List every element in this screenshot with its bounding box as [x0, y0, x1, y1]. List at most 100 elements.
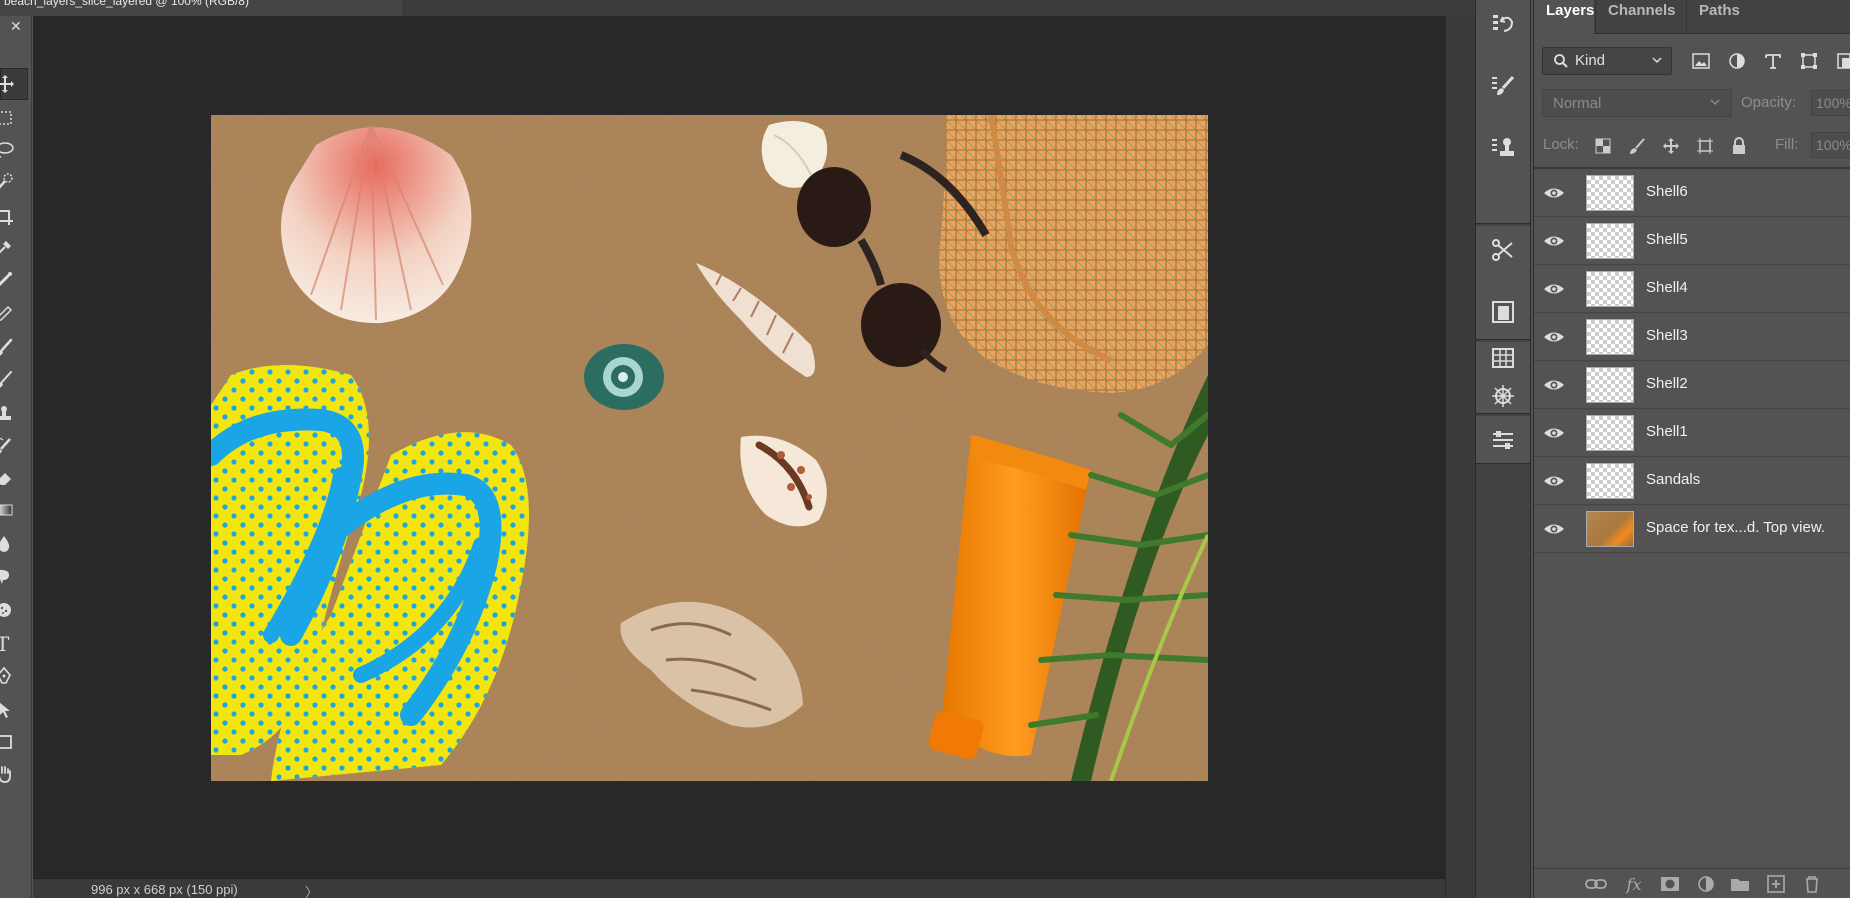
layer-row-shell4[interactable]: Shell4 — [1534, 265, 1850, 313]
opacity-label: Opacity: — [1741, 94, 1797, 111]
move-tool-icon[interactable] — [0, 68, 28, 100]
clone-stamp-icon[interactable] — [0, 398, 28, 430]
eraser-icon[interactable] — [0, 462, 28, 494]
lasso-icon[interactable] — [0, 134, 28, 166]
link-layers-icon[interactable] — [1584, 873, 1608, 895]
path-selection-icon[interactable] — [0, 694, 28, 726]
lock-label: Lock: — [1543, 136, 1579, 153]
spot-healing-brush-icon[interactable] — [0, 264, 28, 296]
tab-paths[interactable]: Paths — [1686, 0, 1754, 34]
dock-group-4 — [1476, 416, 1530, 464]
layer-row-background-photo[interactable]: Space for tex...d. Top view. — [1534, 505, 1850, 553]
add-mask-icon[interactable] — [1658, 873, 1682, 895]
new-layer-icon[interactable] — [1764, 873, 1788, 895]
layer-name: Sandals — [1646, 471, 1701, 488]
opacity-field[interactable]: 100% — [1811, 90, 1850, 116]
layers-panel-footer: fx — [1534, 868, 1850, 898]
tools-presets-icon[interactable] — [1489, 236, 1517, 264]
layer-row-sandals[interactable]: Sandals — [1534, 457, 1850, 505]
layer-name: Shell3 — [1646, 327, 1688, 344]
hand-icon[interactable] — [0, 758, 28, 790]
fx-icon[interactable]: fx — [1622, 873, 1646, 895]
history-brush-icon[interactable] — [0, 430, 28, 462]
layer-thumbnail — [1586, 175, 1634, 211]
blend-mode-select[interactable]: Normal — [1542, 89, 1732, 117]
lock-image-icon[interactable] — [1624, 133, 1650, 159]
brush-icon[interactable] — [0, 332, 28, 364]
mixer-brush-icon[interactable] — [0, 364, 28, 396]
visibility-eye-icon[interactable] — [1543, 280, 1565, 298]
brush-settings-icon[interactable] — [1489, 72, 1517, 100]
blur-icon[interactable] — [0, 528, 28, 560]
pen-icon[interactable] — [0, 660, 28, 692]
visibility-eye-icon[interactable] — [1543, 376, 1565, 394]
close-tools-icon[interactable]: ✕ — [10, 18, 22, 35]
smart-object-filter-icon[interactable] — [1831, 48, 1850, 74]
photoshop-window: beach_layers_slice_layered @ 100% (RGB/8… — [0, 0, 1850, 898]
document-tab-bar: beach_layers_slice_layered @ 100% (RGB/8… — [0, 0, 1475, 16]
filter-kind-select[interactable]: Kind — [1542, 47, 1672, 75]
adjustments-icon[interactable] — [1489, 426, 1517, 454]
layer-name: Shell6 — [1646, 183, 1688, 200]
lock-icons — [1590, 133, 1752, 159]
new-adjustment-icon[interactable] — [1694, 873, 1718, 895]
sponge-icon[interactable] — [0, 594, 28, 626]
lock-transparent-icon[interactable] — [1590, 133, 1616, 159]
vertical-scrollbar[interactable] — [1445, 16, 1475, 898]
quick-selection-icon[interactable] — [0, 166, 28, 198]
delete-layer-icon[interactable] — [1800, 873, 1824, 895]
new-group-icon[interactable] — [1728, 873, 1752, 895]
compass-icon[interactable] — [1489, 382, 1517, 410]
libraries-icon[interactable] — [1489, 298, 1517, 326]
grid-icon[interactable] — [1489, 344, 1517, 372]
visibility-eye-icon[interactable] — [1543, 520, 1565, 538]
type-glyph: T — [0, 632, 10, 656]
layer-name: Shell1 — [1646, 423, 1688, 440]
type-filter-icon[interactable] — [1759, 48, 1787, 74]
fill-field[interactable]: 100% — [1811, 132, 1850, 158]
smudge-icon[interactable] — [0, 560, 28, 592]
image-filter-icon[interactable] — [1687, 48, 1715, 74]
visibility-eye-icon[interactable] — [1543, 328, 1565, 346]
visibility-eye-icon[interactable] — [1543, 472, 1565, 490]
clone-source-icon[interactable] — [1489, 134, 1517, 162]
document-tab-title: beach_layers_slice_layered @ 100% (RGB/8… — [4, 0, 249, 8]
layer-row-shell6[interactable]: Shell6 — [1534, 169, 1850, 217]
type-tool-icon[interactable]: T — [0, 628, 28, 660]
layer-row-shell2[interactable]: Shell2 — [1534, 361, 1850, 409]
layer-thumbnail — [1586, 319, 1634, 355]
layer-name: Shell4 — [1646, 279, 1688, 296]
eyedropper-icon[interactable] — [0, 232, 28, 264]
lock-position-icon[interactable] — [1658, 133, 1684, 159]
document-canvas[interactable] — [211, 115, 1208, 781]
visibility-eye-icon[interactable] — [1543, 184, 1565, 202]
document-info: 996 px x 668 px (150 ppi) — [91, 882, 238, 897]
history-icon[interactable] — [1489, 10, 1517, 38]
tab-layers[interactable]: Layers — [1534, 0, 1594, 34]
gradient-icon[interactable] — [0, 494, 28, 526]
layer-row-shell3[interactable]: Shell3 — [1534, 313, 1850, 361]
tab-channels[interactable]: Channels — [1595, 0, 1686, 34]
layer-filter-icons — [1687, 48, 1850, 74]
layer-row-shell1[interactable]: Shell1 — [1534, 409, 1850, 457]
rectangle-shape-icon[interactable] — [0, 726, 28, 758]
lock-artboard-icon[interactable] — [1692, 133, 1718, 159]
document-tab[interactable]: beach_layers_slice_layered @ 100% (RGB/8… — [0, 0, 402, 16]
blend-mode-value: Normal — [1553, 95, 1602, 112]
status-menu-arrow[interactable]: 〉 — [305, 882, 318, 898]
shape-filter-icon[interactable] — [1795, 48, 1823, 74]
layer-thumbnail — [1586, 223, 1634, 259]
lock-all-icon[interactable] — [1726, 133, 1752, 159]
layer-thumbnail — [1586, 415, 1634, 451]
rectangular-marquee-icon[interactable] — [0, 102, 28, 134]
layer-row-shell5[interactable]: Shell5 — [1534, 217, 1850, 265]
visibility-eye-icon[interactable] — [1543, 232, 1565, 250]
pencil-icon[interactable] — [0, 298, 28, 330]
layer-name: Shell2 — [1646, 375, 1688, 392]
chevron-down-icon — [1652, 57, 1662, 64]
crop-icon[interactable] — [0, 200, 28, 232]
layer-thumbnail — [1586, 511, 1634, 547]
adjustment-filter-icon[interactable] — [1723, 48, 1751, 74]
visibility-eye-icon[interactable] — [1543, 424, 1565, 442]
tools-panel: ✕ T — [0, 16, 32, 898]
